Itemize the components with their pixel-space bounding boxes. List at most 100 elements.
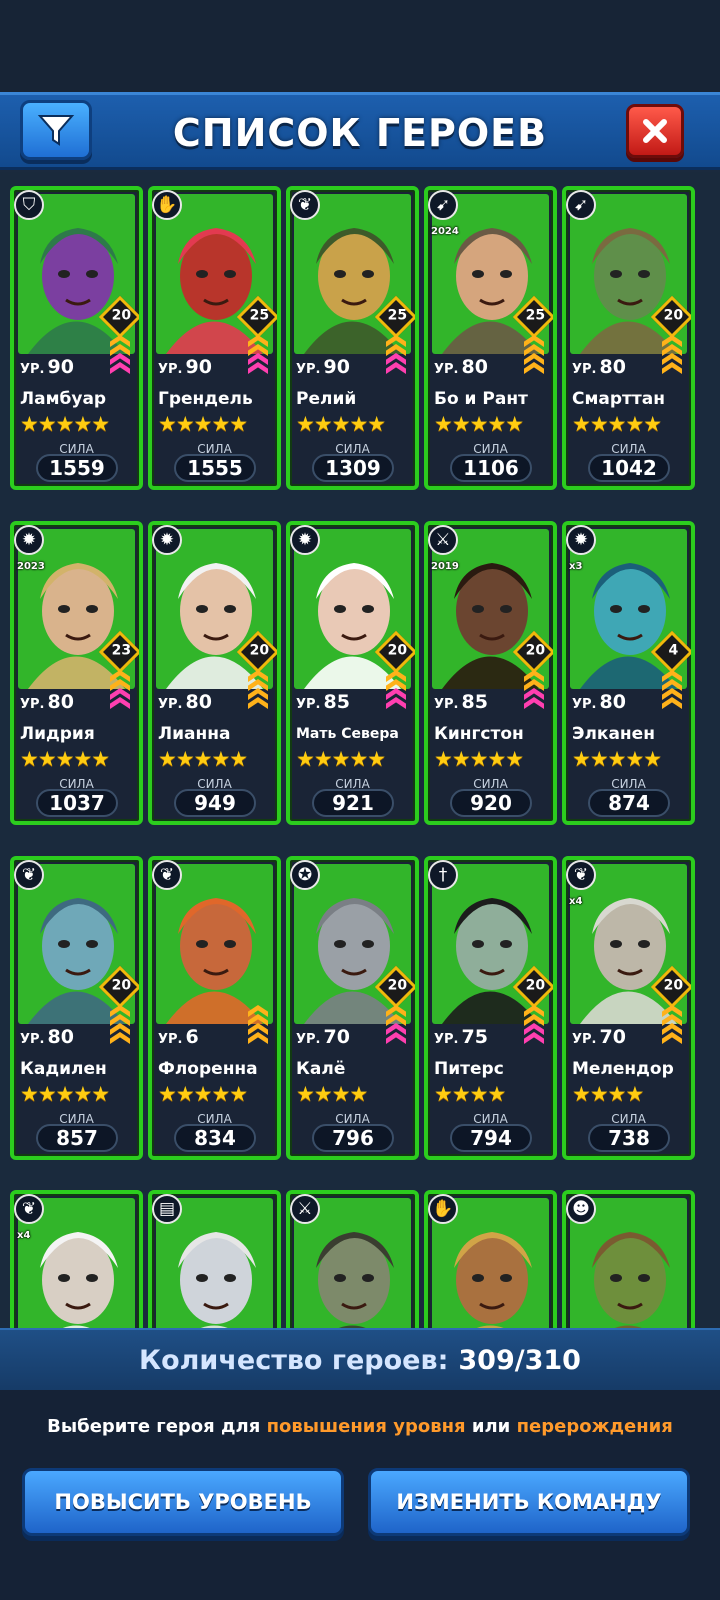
hero-stars: ★★★★★ (296, 412, 386, 436)
pentagram-icon: ✪ (290, 860, 320, 890)
hero-card[interactable]: ✹ x3 4 УР. 80 Элканен ★★★★★ СИЛА 874 (562, 521, 695, 825)
chevron (386, 1032, 406, 1044)
level-prefix: УР. (572, 1032, 597, 1047)
hand-icon: ✋ (152, 190, 182, 220)
close-button[interactable] (626, 104, 684, 158)
hero-card[interactable]: ❦ 20 УР. 80 Кадилен ★★★★★ СИЛА 857 (10, 856, 143, 1160)
ascension-chevrons (247, 1005, 269, 1052)
hero-card[interactable]: ❦ x4 20 УР. 70 Мелендор ★★★★ СИЛА 738 (562, 856, 695, 1160)
ascension-chevrons (109, 335, 131, 382)
level-prefix: УР. (20, 1032, 45, 1047)
hero-level: УР. 75 (434, 1026, 488, 1048)
hero-card[interactable]: ✋ (424, 1190, 557, 1328)
chevron (524, 1032, 544, 1044)
hero-grid[interactable]: ⛉ 20 УР. 90 Ламбуар ★★★★★ СИЛА 1559 ✋ 25 УР. 90 Грен… (0, 172, 720, 1328)
filter-button[interactable] (20, 100, 92, 160)
leaf-icon: ❦ (14, 860, 44, 890)
hero-name: Мать Севера (296, 726, 399, 742)
rank-value: 20 (111, 307, 132, 324)
shield-icon: ⛉ (14, 190, 44, 220)
hero-power: 834 (174, 1124, 256, 1152)
hero-badge: 2019 (431, 561, 459, 572)
hero-card[interactable]: ✪ 20 УР. 70 Калё ★★★★ СИЛА 796 (286, 856, 419, 1160)
hero-card[interactable]: ✋ 25 УР. 90 Грендель ★★★★★ СИЛА 1555 (148, 186, 281, 490)
level-prefix: УР. (20, 697, 45, 712)
hero-card[interactable]: ❦ УР. 6 Флоренна ★★★★★ СИЛА 834 (148, 856, 281, 1160)
hero-name: Флоренна (158, 1059, 258, 1079)
hero-card[interactable]: ▤ (148, 1190, 281, 1328)
filter-funnel-icon (37, 115, 75, 146)
rank-value: 20 (663, 307, 684, 324)
ascension-chevrons (109, 1005, 131, 1052)
hero-power: 874 (588, 789, 670, 817)
level-up-button[interactable]: ПОВЫСИТЬ УРОВЕНЬ (22, 1468, 344, 1536)
hero-card[interactable]: ➹ 20 УР. 80 Смарттан ★★★★★ СИЛА 1042 (562, 186, 695, 490)
hero-power: 949 (174, 789, 256, 817)
level-value: 90 (323, 356, 350, 378)
hero-name: Кадилен (20, 1059, 107, 1079)
hero-name: Питерс (434, 1059, 504, 1079)
chevron (662, 1032, 682, 1044)
level-value: 80 (461, 356, 488, 378)
sun-icon: ✹ (290, 525, 320, 555)
close-x-icon (643, 119, 667, 143)
hero-level: УР. 90 (20, 356, 74, 378)
hero-level: УР. 80 (20, 691, 74, 713)
rank-value: 4 (668, 642, 679, 659)
header-bar: СПИСОК ГЕРОЕВ (0, 92, 720, 170)
level-value: 80 (47, 691, 74, 713)
hero-card[interactable]: ☻ (562, 1190, 695, 1328)
level-value: 90 (47, 356, 74, 378)
hero-card[interactable]: † 20 УР. 75 Питерс ★★★★ СИЛА 794 (424, 856, 557, 1160)
hero-card[interactable]: ➹ 2024 25 УР. 80 Бо и Рант ★★★★★ СИЛА 1106 (424, 186, 557, 490)
hero-power: 857 (36, 1124, 118, 1152)
hero-stars: ★★★★★ (20, 412, 110, 436)
level-prefix: УР. (434, 697, 459, 712)
sun-icon: ✹ (566, 525, 596, 555)
level-prefix: УР. (434, 362, 459, 377)
level-value: 70 (599, 1026, 626, 1048)
level-prefix: УР. (158, 1032, 183, 1047)
hero-level: УР. 80 (20, 1026, 74, 1048)
ascension-chevrons (523, 1005, 545, 1052)
hero-stars: ★★★★★ (572, 412, 662, 436)
hero-card[interactable]: ✹ 2023 23 УР. 80 Лидрия ★★★★★ СИЛА 1037 (10, 521, 143, 825)
hero-card[interactable]: ❦ x4 (10, 1190, 143, 1328)
hero-name: Грендель (158, 389, 253, 409)
hero-power: 1037 (36, 789, 118, 817)
hero-card[interactable]: ✹ 20 УР. 80 Лианна ★★★★★ СИЛА 949 (148, 521, 281, 825)
hero-name: Релий (296, 389, 357, 409)
hero-power: 1559 (36, 454, 118, 482)
hero-power: 796 (312, 1124, 394, 1152)
level-prefix: УР. (158, 362, 183, 377)
chevron (662, 362, 682, 374)
hero-count-bar: Количество героев: 309/310 (0, 1328, 720, 1390)
hint-level-up: повышения уровня (266, 1416, 466, 1437)
swords-icon: ⚔ (290, 1194, 320, 1224)
ascension-chevrons (247, 335, 269, 382)
hero-badge: 2024 (431, 226, 459, 237)
hero-card[interactable]: ⛉ 20 УР. 90 Ламбуар ★★★★★ СИЛА 1559 (10, 186, 143, 490)
goblin-icon: ☻ (566, 1194, 596, 1224)
swords-icon: ⚔ (428, 525, 458, 555)
sun-icon: ✹ (152, 525, 182, 555)
level-prefix: УР. (20, 362, 45, 377)
change-team-button[interactable]: ИЗМЕНИТЬ КОМАНДУ (368, 1468, 690, 1536)
hero-card[interactable]: ⚔ (286, 1190, 419, 1328)
hero-level: УР. 90 (296, 356, 350, 378)
hero-card[interactable]: ❦ 25 УР. 90 Релий ★★★★★ СИЛА 1309 (286, 186, 419, 490)
hero-level: УР. 90 (158, 356, 212, 378)
hero-level: УР. 85 (296, 691, 350, 713)
chevron (248, 362, 268, 374)
hero-power: 794 (450, 1124, 532, 1152)
rank-value: 20 (249, 642, 270, 659)
hero-badge: 2023 (17, 561, 45, 572)
hero-power: 1042 (588, 454, 670, 482)
hero-card[interactable]: ⚔ 2019 20 УР. 85 Кингстон ★★★★★ СИЛА 920 (424, 521, 557, 825)
ascension-chevrons (385, 670, 407, 717)
hero-card[interactable]: ✹ 20 УР. 85 Мать Севера ★★★★★ СИЛА 921 (286, 521, 419, 825)
hero-badge: x4 (569, 896, 583, 907)
hero-power: 1309 (312, 454, 394, 482)
hero-power: 921 (312, 789, 394, 817)
hero-stars: ★★★★ (434, 1082, 506, 1106)
